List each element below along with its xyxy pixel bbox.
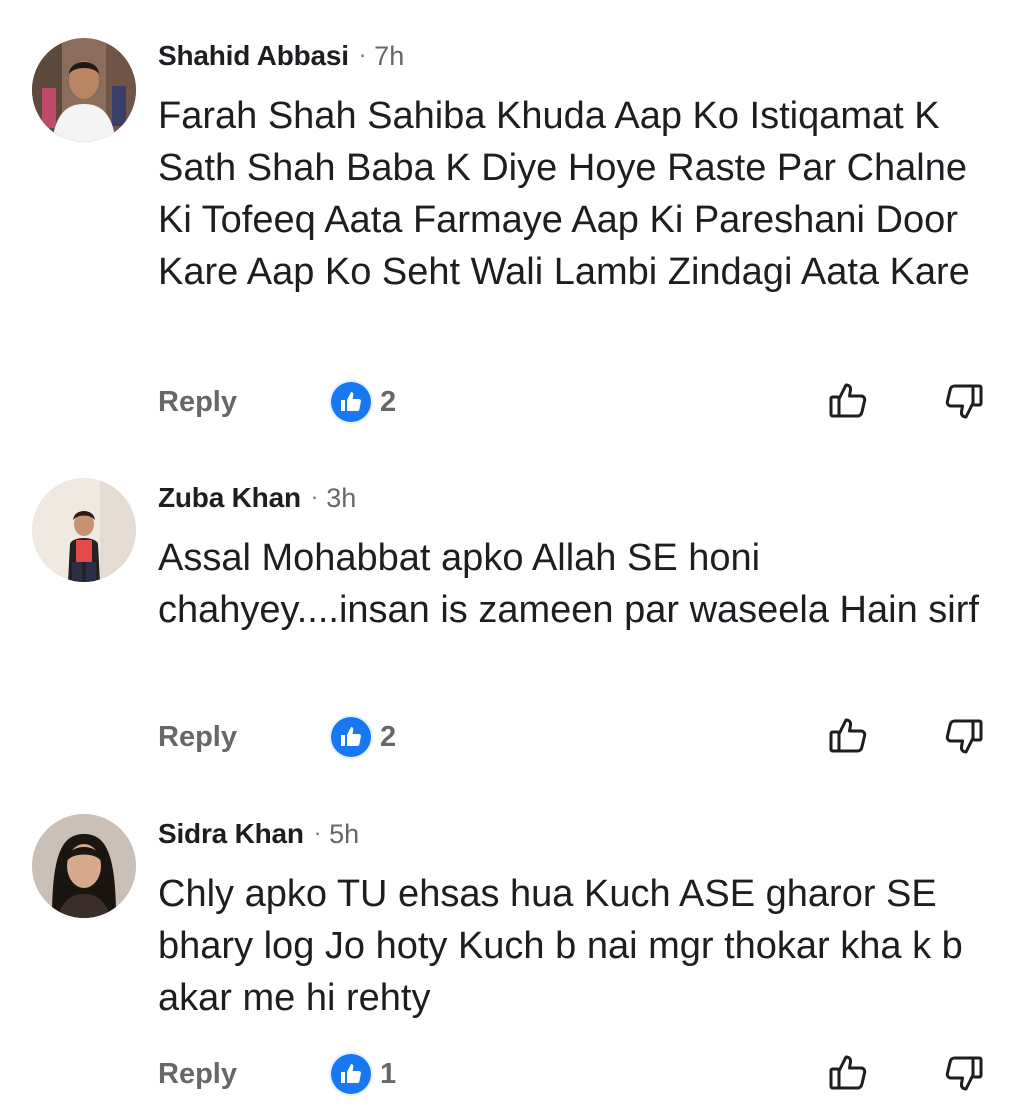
comments-list: Shahid Abbasi · 7h Farah Shah Sahiba Khu… [0, 0, 1024, 1094]
comment: Sidra Khan · 5h Chly apko TU ehsas hua K… [0, 684, 1024, 1094]
comment-timestamp[interactable]: 7h [374, 41, 404, 72]
comment-text: Chly apko TU ehsas hua Kuch ASE gharor S… [158, 873, 963, 1019]
meta-separator: · [358, 42, 367, 67]
avatar[interactable] [32, 478, 136, 582]
comment: Shahid Abbasi · 7h Farah Shah Sahiba Khu… [0, 0, 1024, 422]
reaction-count: 1 [380, 1057, 397, 1090]
comment-text: Farah Shah Sahiba Khuda Aap Ko Istiqamat… [158, 95, 970, 293]
author-name[interactable]: Zuba Khan [158, 482, 301, 514]
reaction-summary[interactable]: 1 [331, 1054, 396, 1094]
reply-button[interactable]: Reply [158, 1058, 237, 1091]
comment: Zuba Khan · 3h Assal Mohabbat apko Allah… [0, 348, 1024, 757]
author-name[interactable]: Shahid Abbasi [158, 40, 349, 72]
meta-separator: · [313, 820, 322, 845]
avatar[interactable] [32, 38, 136, 142]
comment-timestamp[interactable]: 5h [329, 819, 359, 850]
comment-text: Assal Mohabbat apko Allah SE honi chahye… [158, 537, 979, 631]
author-name[interactable]: Sidra Khan [158, 818, 304, 850]
avatar[interactable] [32, 814, 136, 918]
thumbs-up-icon[interactable] [828, 1052, 868, 1097]
meta-separator: · [310, 484, 319, 509]
comment-timestamp[interactable]: 3h [326, 483, 356, 514]
comment-actions: Reply 1 [158, 1052, 984, 1096]
thumbs-down-icon[interactable] [944, 1054, 984, 1099]
like-icon [331, 1054, 371, 1094]
